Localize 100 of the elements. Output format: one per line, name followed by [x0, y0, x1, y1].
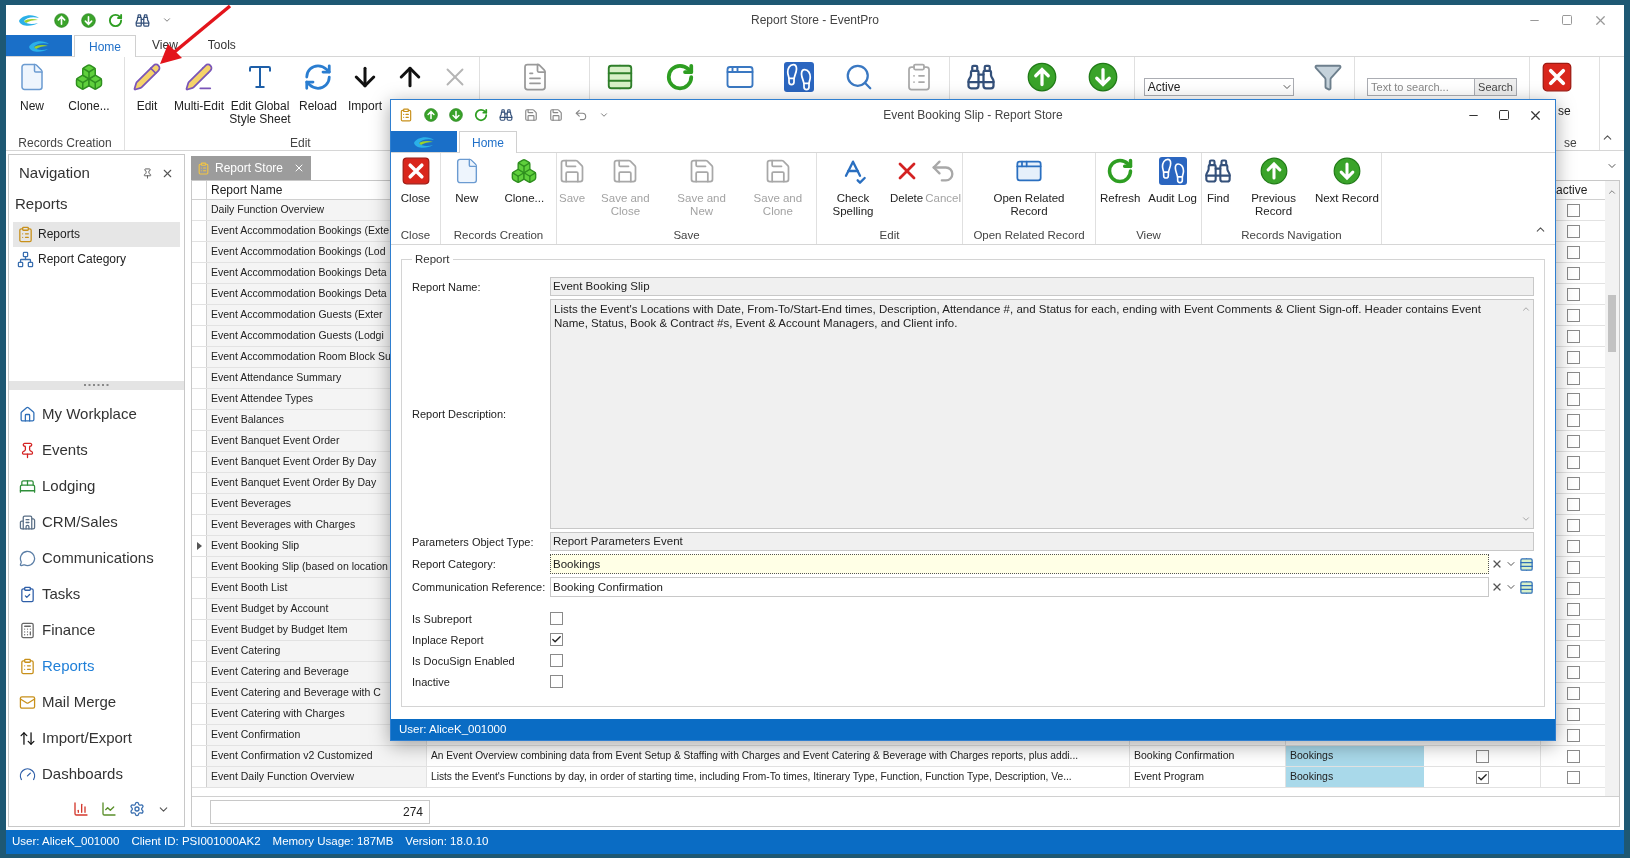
checkbox[interactable] [550, 612, 563, 626]
checkbox[interactable] [1566, 245, 1580, 259]
group-label: se [1564, 135, 1577, 150]
checkbox[interactable] [1566, 707, 1580, 721]
grip-icon [83, 384, 110, 387]
checkbox[interactable] [550, 654, 563, 668]
table-icon[interactable] [1519, 579, 1534, 595]
field-label: Parameters Object Type: [412, 534, 535, 550]
checkbox[interactable] [550, 633, 563, 647]
checkbox[interactable] [1566, 539, 1580, 553]
scrollbar[interactable] [1605, 181, 1619, 796]
module-item[interactable]: Tasks [19, 576, 174, 612]
ribbon-button[interactable]: New [451, 157, 482, 227]
checkbox[interactable] [1566, 371, 1580, 385]
ribbon-button[interactable]: Open Related Record [991, 157, 1067, 227]
ribbon-button[interactable]: Import [345, 62, 385, 113]
ribbon-button[interactable]: Previous Record [1235, 157, 1312, 227]
bar-chart-icon[interactable] [73, 801, 89, 817]
checkbox[interactable] [1566, 602, 1580, 616]
checkbox[interactable] [1566, 749, 1580, 763]
lookup-field[interactable]: Booking Confirmation [550, 577, 1489, 598]
maximize-icon[interactable] [1498, 109, 1510, 121]
down-arrow-icon [449, 108, 463, 122]
checkbox[interactable] [550, 675, 563, 689]
scrollbar-thumb[interactable] [1608, 295, 1616, 352]
checkbox[interactable] [1566, 203, 1580, 217]
checkbox[interactable] [1566, 455, 1580, 469]
module-item[interactable]: Mail Merge [19, 684, 174, 720]
checkbox[interactable] [1566, 308, 1580, 322]
module-item[interactable]: CRM/Sales [19, 504, 174, 540]
ribbon-tab[interactable]: Home [74, 35, 136, 57]
ribbon-button[interactable]: Delete [888, 157, 925, 227]
checkbox[interactable] [1566, 644, 1580, 658]
line-chart-icon[interactable] [101, 801, 117, 817]
checkbox[interactable] [1566, 665, 1580, 679]
ribbon-button[interactable]: Clone... [503, 157, 546, 227]
ribbon-tab[interactable]: Home [459, 131, 517, 153]
checkbox[interactable] [1566, 329, 1580, 343]
customize-icon[interactable] [162, 15, 172, 25]
ribbon-button[interactable]: Check Spelling [817, 157, 889, 227]
ribbon-button[interactable]: Edit [125, 62, 169, 113]
checkbox[interactable] [1566, 497, 1580, 511]
pin-icon[interactable] [142, 167, 153, 179]
checkbox[interactable] [1566, 518, 1580, 532]
refresh-icon[interactable] [108, 12, 123, 28]
ribbon-button[interactable]: Next Record [1313, 157, 1380, 227]
checkbox[interactable] [1566, 686, 1580, 700]
ribbon-button[interactable]: Find [1203, 157, 1234, 227]
text-field[interactable]: Report Parameters Event [550, 532, 1534, 552]
ribbon-button[interactable]: Clone... [58, 62, 120, 113]
clipboard-icon[interactable] [399, 108, 413, 122]
search-button[interactable]: Search [1475, 78, 1517, 96]
text-field[interactable]: Event Booking Slip [550, 277, 1534, 297]
ribbon-button[interactable]: New [6, 62, 58, 113]
ribbon-button[interactable]: Multi-Edit [169, 62, 229, 113]
binoculars-icon[interactable] [499, 108, 513, 122]
module-item[interactable]: Import/Export [19, 720, 174, 756]
module-item[interactable]: Lodging [19, 468, 174, 504]
checkbox[interactable] [1566, 770, 1580, 784]
ribbon-tab[interactable]: Tools [193, 34, 250, 56]
checkbox-label: Is DocuSign Enabled [412, 653, 516, 669]
ribbon-button[interactable]: Reload [291, 62, 345, 113]
module-item[interactable]: Reports [19, 648, 174, 684]
ribbon-button[interactable]: Refresh [1099, 157, 1142, 227]
checkbox[interactable] [1566, 434, 1580, 448]
refresh-icon[interactable] [474, 108, 488, 122]
checkbox[interactable] [1566, 224, 1580, 238]
checkbox[interactable] [1566, 560, 1580, 574]
checkbox[interactable] [1566, 350, 1580, 364]
undo-icon[interactable] [574, 108, 588, 122]
file-tab[interactable] [391, 131, 457, 152]
checkbox[interactable] [1566, 623, 1580, 637]
checkbox[interactable] [1475, 749, 1489, 763]
checkbox[interactable] [1566, 413, 1580, 427]
nav-item[interactable]: Report Category [13, 246, 180, 272]
lookup-field[interactable]: Bookings [550, 554, 1489, 575]
checkbox[interactable] [1566, 266, 1580, 280]
window-title: Report Store - EventPro [749, 12, 881, 29]
checkbox[interactable] [1475, 770, 1489, 784]
checkbox[interactable] [1566, 392, 1580, 406]
table-icon[interactable] [1519, 556, 1534, 572]
search-field[interactable]: Text to search... [1367, 78, 1476, 96]
checkbox[interactable] [1566, 476, 1580, 490]
ribbon-button[interactable]: Edit Global Style Sheet [229, 62, 291, 126]
status-dropdown[interactable]: Active [1143, 78, 1294, 96]
binoculars-icon[interactable] [135, 12, 150, 28]
description-field[interactable]: Lists the Event's Locations with Date, From-To/Start-End times, Description, Attendance #, and Status for each, ending with Event Comments & Client Sign-off. Header contains Event Name, Status, Book & Contract #s, Event & Account Managers, and Client info. [550, 299, 1534, 530]
checkbox[interactable] [1566, 581, 1580, 595]
module-item[interactable]: Events [19, 432, 174, 468]
gear-icon[interactable] [129, 801, 145, 817]
checkbox[interactable] [1566, 728, 1580, 742]
module-item[interactable]: My Workplace [19, 396, 174, 432]
module-item[interactable]: Communications [19, 540, 174, 576]
customize-icon[interactable] [599, 110, 609, 120]
file-tab[interactable] [6, 35, 72, 56]
nav-item[interactable]: Reports [13, 221, 180, 247]
module-item[interactable]: Dashboards [19, 756, 174, 792]
module-item[interactable]: Finance [19, 612, 174, 648]
ribbon-button[interactable]: Audit Log [1147, 157, 1198, 227]
checkbox[interactable] [1566, 287, 1580, 301]
